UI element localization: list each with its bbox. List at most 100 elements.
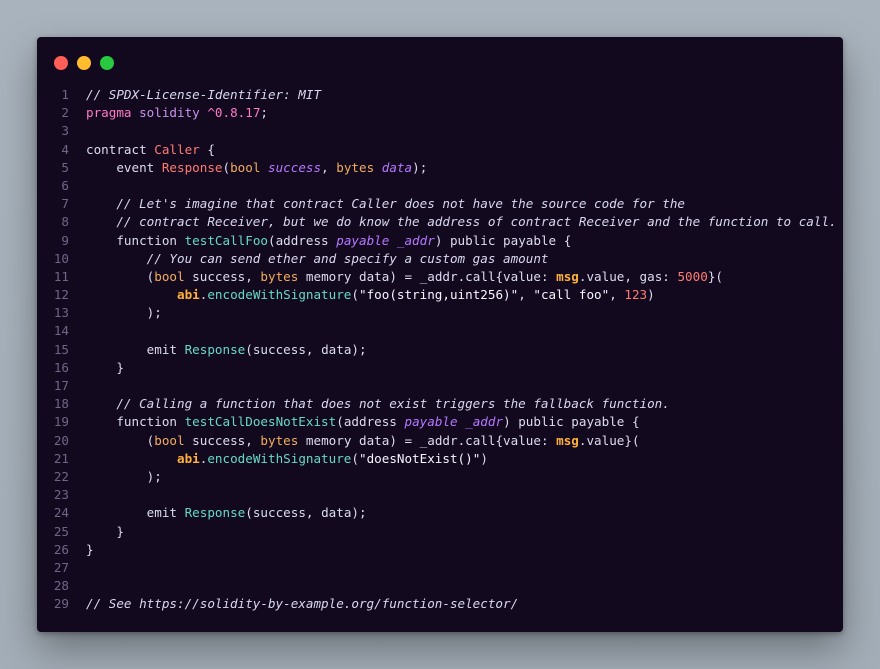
code-token: }( xyxy=(707,268,723,284)
code-line: 6 xyxy=(37,177,843,195)
code-text: abi.encodeWithSignature("foo(string,uint… xyxy=(86,286,655,304)
code-token: bool xyxy=(154,268,185,284)
code-text: pragma solidity ^0.8.17; xyxy=(86,104,268,122)
code-text: } xyxy=(86,523,124,541)
code-token: ) xyxy=(480,450,488,466)
code-token: memory data) = _addr.call{value: xyxy=(298,268,557,284)
code-line: 5 event Response(bool success, bytes dat… xyxy=(37,159,843,177)
line-number: 19 xyxy=(53,414,69,430)
code-line: 21 abi.encodeWithSignature("doesNotExist… xyxy=(37,450,843,468)
code-line: 17 xyxy=(37,377,843,395)
code-token: bool xyxy=(154,432,185,448)
code-token: encodeWithSignature xyxy=(207,450,352,466)
code-token: "doesNotExist()" xyxy=(358,450,481,466)
line-number: 18 xyxy=(53,396,69,412)
code-text: event Response(bool success, bytes data)… xyxy=(86,159,427,177)
code-text: } xyxy=(86,541,94,559)
code-token: ); xyxy=(86,468,162,484)
code-token: ( xyxy=(222,159,231,175)
code-line: 29 // See https://solidity-by-example.org… xyxy=(37,595,843,613)
code-token: success xyxy=(268,159,322,175)
code-text: // contract Receiver, but we do know the… xyxy=(86,213,837,231)
code-token: memory data) = _addr.call{value: xyxy=(298,432,557,448)
code-token: // You can send ether and specify a cust… xyxy=(86,250,549,266)
line-number: 23 xyxy=(53,487,69,503)
code-line: 9 function testCallFoo(address payable _… xyxy=(37,232,843,250)
line-number: 17 xyxy=(53,378,69,393)
code-token: emit xyxy=(86,505,185,521)
code-token: } xyxy=(86,523,124,539)
code-line: 28 xyxy=(37,577,843,595)
code-line: 23 xyxy=(37,486,843,504)
line-number: 8 xyxy=(61,214,69,230)
code-text: // See https://solidity-by-example.org/f… xyxy=(86,595,518,613)
code-token: abi xyxy=(86,450,200,466)
code-line: 18 // Calling a function that does not e… xyxy=(37,395,843,413)
code-token: .value, gas: xyxy=(578,268,678,284)
code-token: testCallDoesNotExist xyxy=(184,414,337,430)
code-token: ; xyxy=(260,105,268,121)
code-token: bool xyxy=(230,159,269,175)
code-token: } xyxy=(86,541,94,557)
minimize-dot-icon[interactable] xyxy=(77,56,91,70)
code-token: ( xyxy=(351,287,359,303)
code-line: 19 function testCallDoesNotExist(address… xyxy=(37,413,843,431)
code-block: 1 // SPDX-License-Identifier: MIT 2 pragma … xyxy=(37,86,843,613)
code-token: data xyxy=(381,159,413,175)
code-token: payable _addr xyxy=(404,414,504,430)
code-token: ) xyxy=(647,287,655,303)
line-number: 4 xyxy=(61,141,69,157)
code-token: // contract Receiver, but we do know the… xyxy=(86,214,837,230)
line-number: 27 xyxy=(53,559,69,575)
code-token: abi xyxy=(86,287,200,303)
line-number: 11 xyxy=(53,268,69,284)
line-number: 5 xyxy=(61,159,69,175)
code-token: success, xyxy=(184,268,261,284)
code-token: "call foo" xyxy=(533,287,610,303)
code-token: function xyxy=(86,232,185,248)
maximize-dot-icon[interactable] xyxy=(100,56,114,70)
code-line: 26} xyxy=(37,541,843,559)
code-line: 27 xyxy=(37,559,843,577)
code-text: } xyxy=(86,359,124,377)
line-number: 29 xyxy=(53,596,69,612)
code-token: 123 xyxy=(624,287,648,303)
code-line: 20 (bool success, bytes memory data) = _… xyxy=(37,432,843,450)
line-number: 24 xyxy=(53,505,69,521)
code-text: (bool success, bytes memory data) = _add… xyxy=(86,432,640,450)
code-text: // Let's imagine that contract Caller do… xyxy=(86,195,685,213)
line-number: 25 xyxy=(53,523,69,539)
code-text: emit Response(success, data); xyxy=(86,504,367,522)
code-line: 24 emit Response(success, data); xyxy=(37,504,843,522)
line-number: 22 xyxy=(53,468,69,484)
code-token: contract xyxy=(86,141,155,157)
code-line: 25 } xyxy=(37,523,843,541)
code-token: { xyxy=(199,141,215,157)
code-token: function xyxy=(86,414,185,430)
code-line: 4 contract Caller { xyxy=(37,141,843,159)
code-token: ^0.8.17 xyxy=(207,105,261,121)
code-line: 13 ); xyxy=(37,304,843,322)
code-text: function testCallFoo(address payable _ad… xyxy=(86,232,571,250)
code-text: // Calling a function that does not exis… xyxy=(86,395,670,413)
window-controls xyxy=(54,56,114,70)
close-dot-icon[interactable] xyxy=(54,56,68,70)
line-number: 20 xyxy=(53,432,69,448)
code-token: pragma xyxy=(86,105,140,121)
line-number: 6 xyxy=(61,177,69,193)
code-text: emit Response(success, data); xyxy=(86,341,367,359)
line-number: 28 xyxy=(53,578,69,594)
code-line: 14 xyxy=(37,322,843,340)
code-text: abi.encodeWithSignature("doesNotExist()"… xyxy=(86,450,488,468)
code-token: ) public payable { xyxy=(503,414,640,430)
code-token: (address xyxy=(336,414,405,430)
code-token: solidity xyxy=(139,105,208,121)
code-token: (address xyxy=(267,232,337,248)
code-text: ); xyxy=(86,468,162,486)
code-token: Response xyxy=(161,159,223,175)
code-token: msg xyxy=(556,268,579,284)
line-number: 9 xyxy=(61,232,69,248)
code-token: bytes xyxy=(260,268,299,284)
code-token: testCallFoo xyxy=(184,232,268,248)
code-text: // You can send ether and specify a cust… xyxy=(86,250,549,268)
